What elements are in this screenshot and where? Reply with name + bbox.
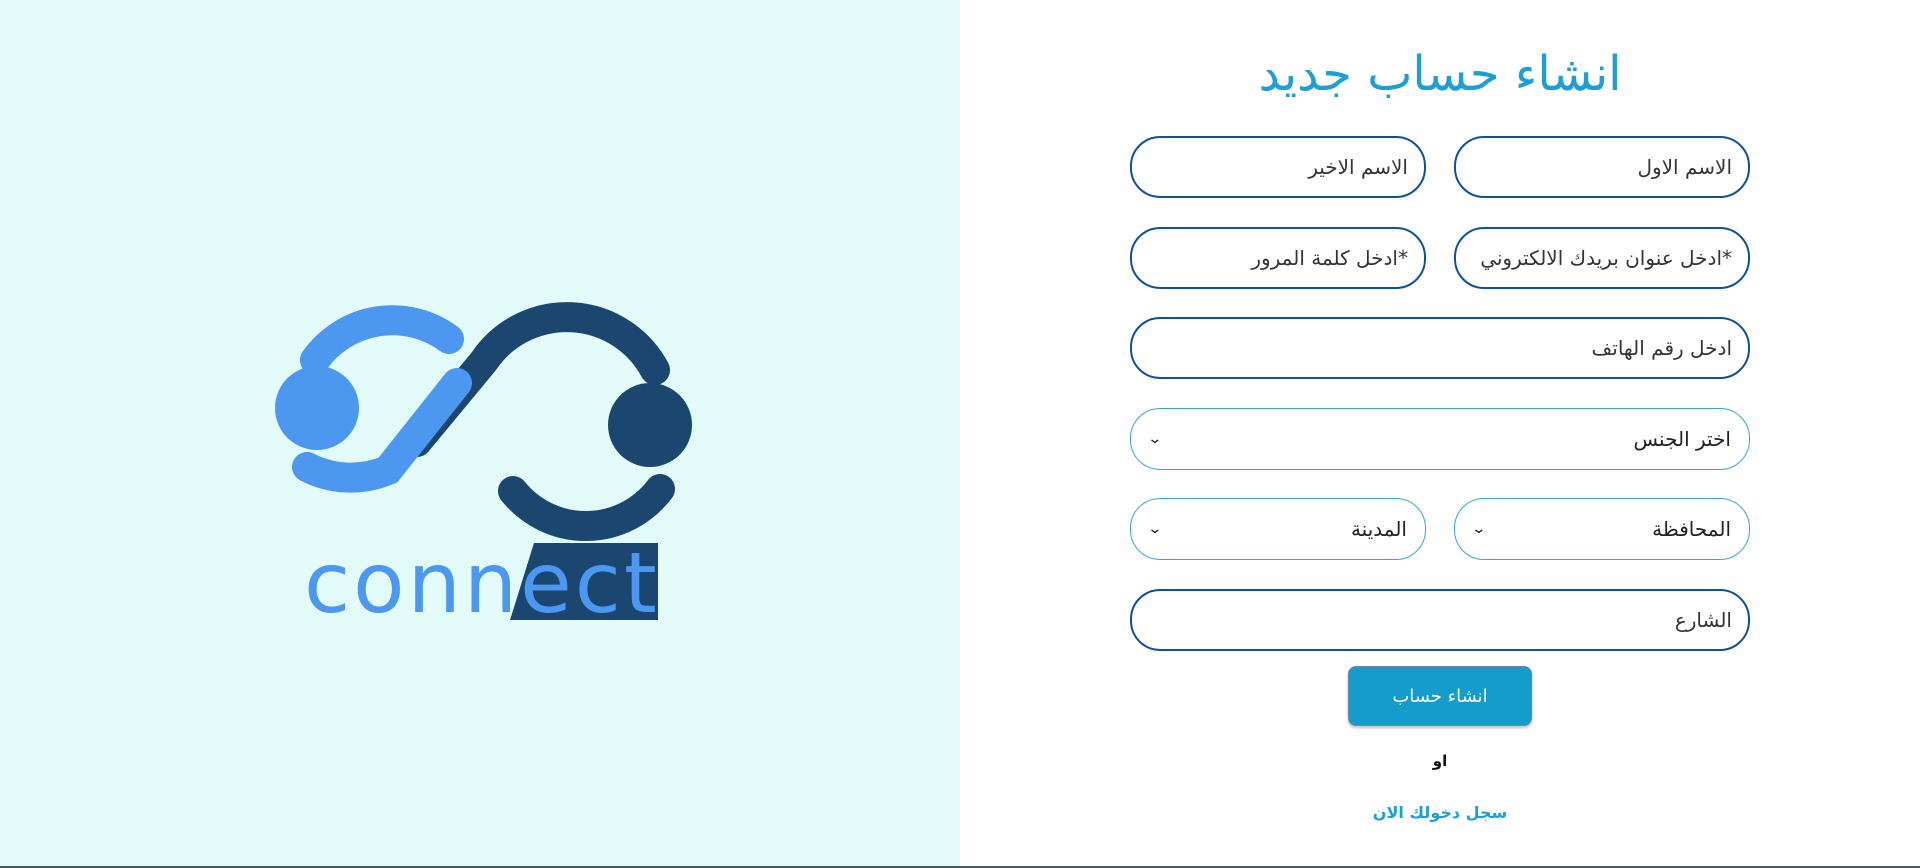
street-input[interactable] (1130, 589, 1750, 651)
chevron-down-icon: ⌄ (1147, 431, 1163, 447)
chevron-down-icon: ⌄ (1471, 521, 1487, 537)
connect-logo: connect (275, 302, 692, 630)
signup-panel: انشاء حساب جديد اختر الجنس ⌄ المدينة ⌄ ا… (960, 0, 1920, 868)
chevron-down-icon: ⌄ (1147, 521, 1163, 537)
page-title: انشاء حساب جديد (1258, 46, 1622, 102)
logo-text-plain: conn (304, 534, 520, 630)
governorate-select-value: المحافظة (1652, 517, 1731, 541)
logo-light-arc-top (300, 305, 464, 375)
login-link[interactable]: سجل دخولك الان (960, 803, 1920, 822)
first-name-input[interactable] (1454, 136, 1750, 198)
logo-dark-dot (608, 383, 692, 467)
logo-dark-arc-bottom (498, 474, 675, 542)
city-select[interactable]: المدينة ⌄ (1130, 498, 1426, 560)
create-account-button[interactable]: انشاء حساب (1348, 666, 1532, 726)
email-input[interactable] (1454, 227, 1750, 289)
phone-input[interactable] (1130, 317, 1750, 379)
governorate-select[interactable]: المحافظة ⌄ (1454, 498, 1750, 560)
logo-text-highlight: ect (520, 534, 660, 630)
svg-text:connect: connect (304, 534, 660, 630)
or-separator: او (1432, 752, 1448, 770)
gender-select[interactable]: اختر الجنس ⌄ (1130, 408, 1750, 470)
gender-select-value: اختر الجنس (1633, 427, 1731, 451)
brand-panel: connect (0, 0, 960, 868)
last-name-input[interactable] (1130, 136, 1426, 198)
city-select-value: المدينة (1350, 517, 1407, 541)
logo-light-dot (275, 366, 359, 450)
password-input[interactable] (1130, 227, 1426, 289)
